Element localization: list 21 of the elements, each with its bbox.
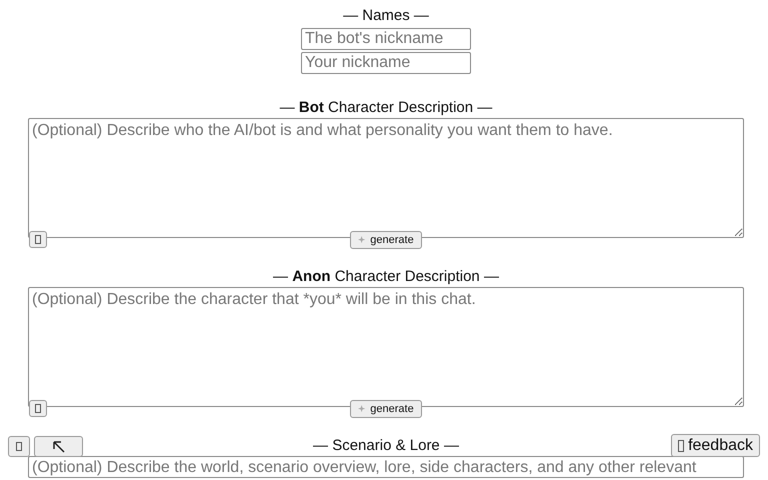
options-button[interactable]	[8, 436, 30, 457]
expand-button[interactable]	[34, 436, 83, 457]
generate-button[interactable]: generate	[350, 231, 422, 249]
box-icon	[678, 440, 684, 452]
section-heading: — Names —	[343, 6, 429, 26]
nickname-field[interactable]: The bot's nickname	[301, 28, 471, 50]
box-icon	[35, 235, 41, 244]
options-button[interactable]	[29, 400, 47, 417]
sparkle-icon	[358, 236, 368, 244]
box-icon	[35, 404, 41, 413]
generate-button[interactable]: generate	[350, 400, 422, 418]
box-icon	[16, 442, 22, 451]
section-heading: — Scenario & Lore —	[313, 436, 459, 456]
arrow-icon	[52, 440, 66, 454]
sparkle-icon	[358, 404, 368, 414]
description-field[interactable]: (Optional) Describe the world, scenario overview, lore, side characters, and any other relevant	[28, 456, 744, 478]
section-heading: — Anon Character Description —	[273, 267, 499, 287]
options-button[interactable]	[29, 231, 47, 248]
section-heading: — Bot Character Description —	[280, 98, 492, 118]
feedback-button[interactable]: feedback	[671, 434, 760, 457]
nickname-field[interactable]: Your nickname	[301, 52, 471, 74]
